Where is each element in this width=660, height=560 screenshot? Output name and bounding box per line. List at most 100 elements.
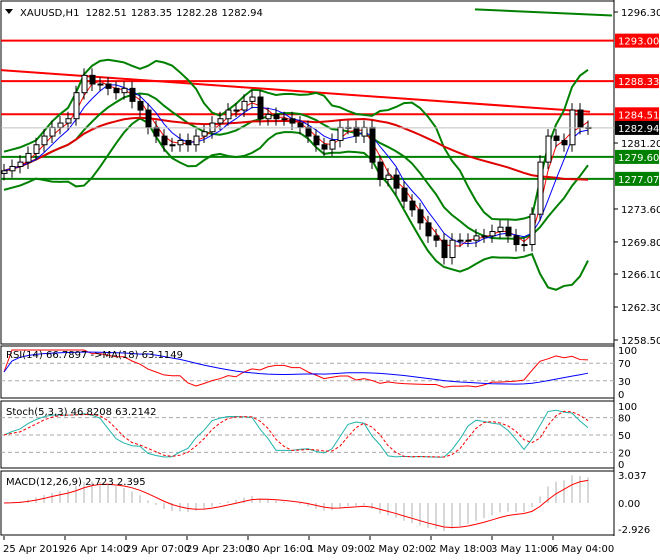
candle-body: [577, 109, 584, 128]
time-tick-label: 6 May 04:00: [552, 544, 614, 555]
candle-body: [113, 87, 120, 94]
candle-body: [9, 165, 16, 172]
candle-body: [105, 83, 112, 89]
candle-body: [313, 135, 320, 146]
candle-body: [249, 96, 256, 102]
candle-body: [449, 239, 456, 259]
current-price-label: 1282.94: [618, 124, 659, 135]
candle-body: [33, 144, 40, 154]
level-label: 1293.00: [618, 37, 659, 48]
level-label: 1288.33: [618, 77, 659, 88]
candle-body: [481, 235, 488, 238]
candle-body: [49, 126, 56, 137]
candle-body: [465, 239, 472, 242]
time-tick-label: 2 May 18:00: [430, 544, 492, 555]
price-tick-label: 1262.30: [621, 303, 660, 314]
candle-body: [17, 161, 24, 167]
candle-body: [153, 126, 160, 137]
candle-body: [497, 226, 504, 233]
time-tick-label: 26 Apr 14:00: [64, 544, 129, 555]
candle-body: [57, 122, 64, 128]
stoch-label: Stoch(5,3,3) 46.8208 63.2142: [6, 407, 157, 418]
candle-body: [329, 139, 336, 150]
trendline-upper: [474, 8, 613, 17]
candle-body: [529, 213, 536, 246]
candle-body: [505, 226, 512, 237]
candle-body: [569, 109, 576, 146]
candle-body: [121, 87, 128, 94]
candle-body: [89, 74, 96, 85]
chart-title: XAUUSD,H1 1282.51 1283.35 1282.28 1282.94: [20, 8, 263, 19]
stoch-tick-label: 0: [618, 460, 624, 471]
chart-canvas[interactable]: 1296.30 1281.20 1273.60 1269.80 1266.10 1262.…: [0, 0, 660, 560]
candle-body: [193, 135, 200, 146]
candle-body: [353, 126, 360, 137]
candle-body: [81, 74, 88, 94]
rsi-tick-label: 30: [618, 377, 631, 388]
candle-body: [177, 139, 184, 146]
candle-body: [145, 109, 152, 128]
rsi-label: RSI(14) 66.7897 ->MA(18) 63.1149: [6, 350, 183, 361]
rsi-tick-label: 0: [618, 390, 624, 401]
stoch-tick-label: 80: [618, 414, 631, 425]
price-tick-label: 1266.10: [621, 270, 660, 281]
price-tick-label: 1273.60: [621, 205, 660, 216]
time-tick-label: 25 Apr 2019: [3, 544, 65, 555]
candle-body: [553, 135, 560, 141]
rsi-tick-label: 100: [618, 346, 637, 357]
candle-body: [129, 87, 136, 102]
price-tick-label: 1269.80: [621, 238, 660, 249]
macd-label: MACD(12,26,9) 2.723 2.395: [6, 477, 146, 488]
candle-body: [305, 126, 312, 137]
candle-body: [297, 122, 304, 128]
candle-body: [441, 239, 448, 259]
macd-tick-label: 0.00: [618, 499, 640, 510]
macd-tick-label: -2.926: [618, 525, 650, 536]
candle-body: [457, 239, 464, 242]
candle-body: [209, 122, 216, 133]
candle-body: [337, 126, 344, 141]
candle-body: [169, 144, 176, 147]
candle-body: [377, 161, 384, 180]
price-tick-label: 1281.20: [621, 139, 660, 150]
candle-body: [185, 139, 192, 146]
level-label: 1279.60: [618, 153, 659, 164]
trendline-resistance: [0, 69, 591, 113]
candle-body: [257, 96, 264, 120]
level-label: 1284.51: [618, 110, 659, 121]
candle-body: [97, 83, 104, 86]
candle-body: [417, 209, 424, 224]
stoch-tick-label: 100: [618, 402, 637, 413]
rsi-tick-label: 70: [618, 359, 631, 370]
candle-body: [433, 235, 440, 241]
candle-body: [289, 118, 296, 124]
candle-body: [217, 118, 224, 124]
candle-body: [473, 235, 480, 241]
candle-body: [233, 109, 240, 112]
candle-body: [425, 222, 432, 237]
candle-body: [537, 161, 544, 215]
candle-body: [513, 235, 520, 246]
time-tick-label: 30 Apr 16:00: [247, 544, 312, 555]
time-tick-label: 29 Apr 23:00: [186, 544, 251, 555]
candle-body: [321, 144, 328, 150]
candle-body: [265, 113, 272, 120]
chart-window: 1296.30 1281.20 1273.60 1269.80 1266.10 1262.…: [0, 0, 660, 560]
candle-body: [201, 131, 208, 137]
candle-body: [545, 135, 552, 163]
candle-body: [273, 113, 280, 120]
stoch-tick-label: 20: [618, 448, 631, 459]
ma-slow: [3, 116, 589, 181]
stoch-tick-label: 50: [618, 431, 631, 442]
macd-tick-label: 3.037: [618, 471, 647, 482]
candle-body: [1, 170, 8, 174]
level-label: 1277.07: [618, 175, 659, 186]
candle-body: [521, 244, 528, 247]
candle-body: [161, 135, 168, 146]
candle-body: [409, 200, 416, 211]
time-tick-label: 3 May 11:00: [491, 544, 553, 555]
candle-body: [401, 187, 408, 202]
candle-body: [65, 118, 72, 124]
dropdown-arrow-icon[interactable]: [5, 9, 13, 14]
price-tick-label: 1296.30: [621, 8, 660, 19]
